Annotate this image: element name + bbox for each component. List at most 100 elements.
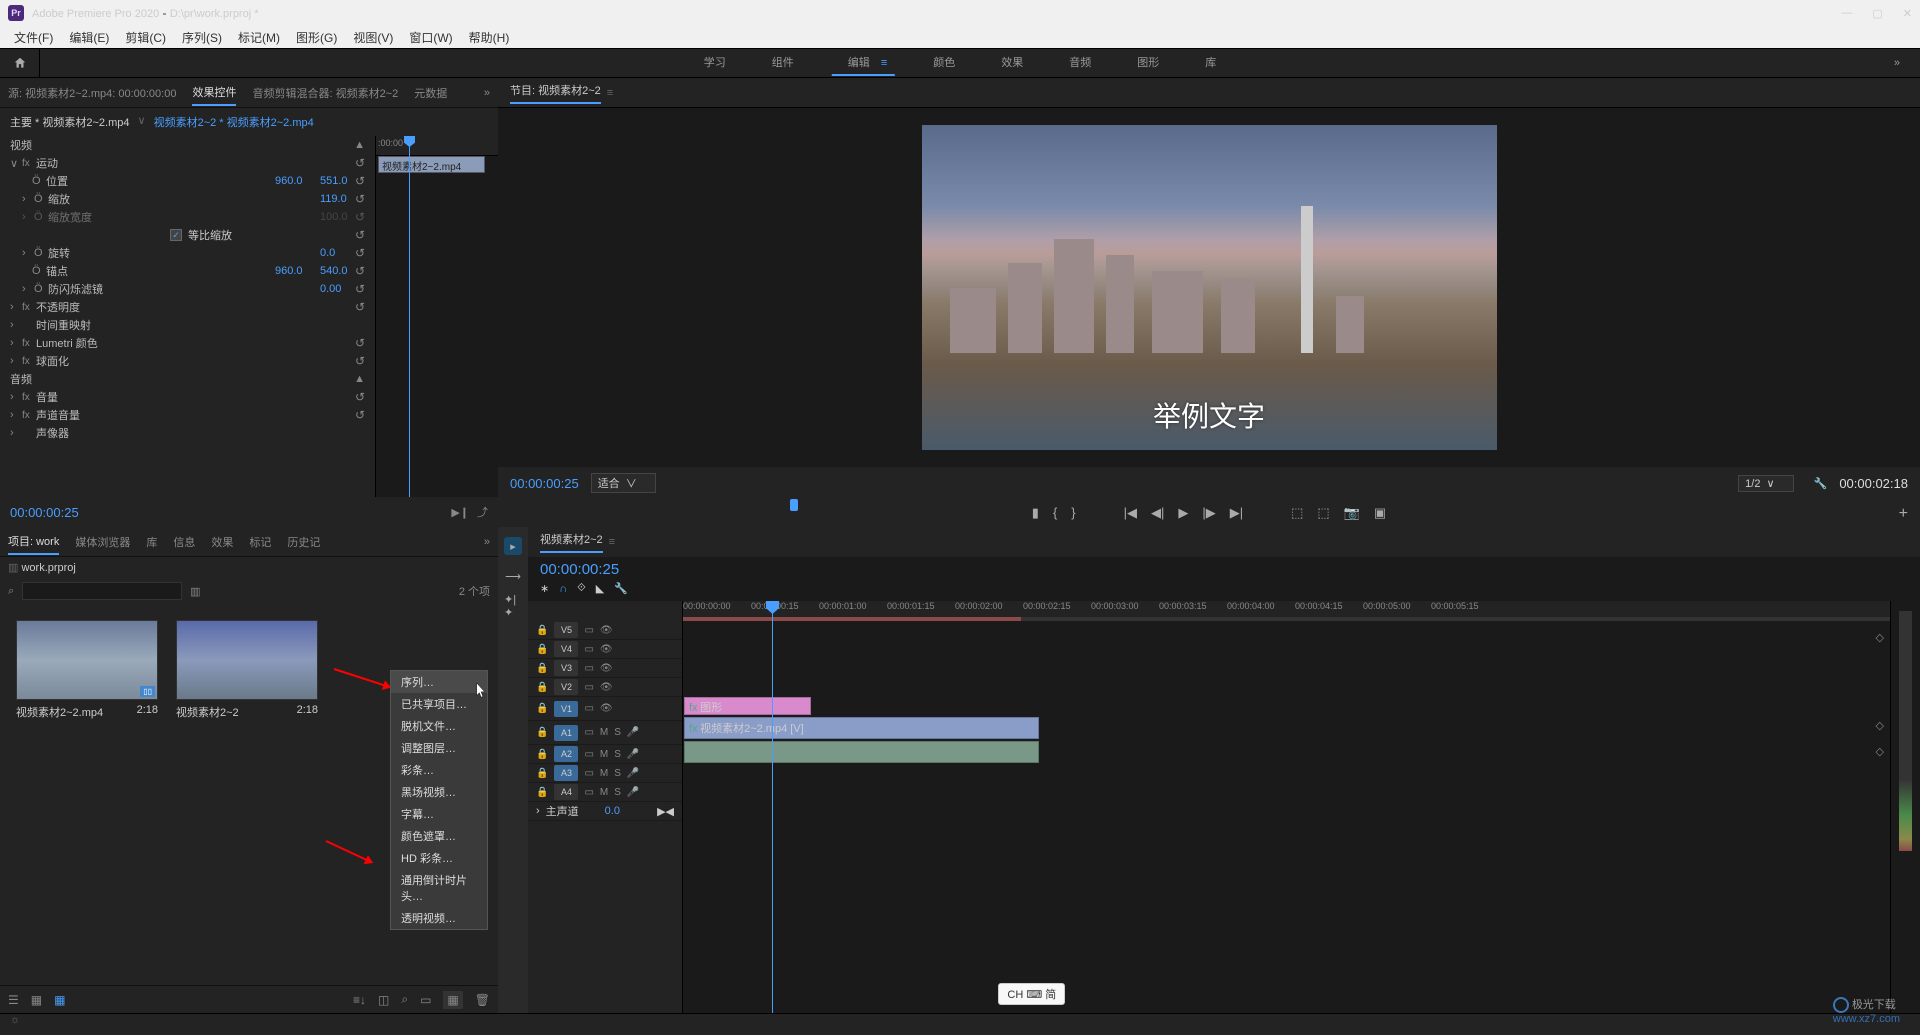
- reset-icon[interactable]: ↺: [355, 210, 365, 224]
- ws-effects[interactable]: 效果: [993, 50, 1031, 76]
- add-marker-icon[interactable]: ▮: [1032, 505, 1039, 521]
- filter-icon[interactable]: ▥: [190, 585, 200, 598]
- tab-project[interactable]: 项目: work: [8, 529, 59, 555]
- ec-timeremap[interactable]: 时间重映射: [36, 317, 365, 333]
- reset-icon[interactable]: ↺: [355, 300, 365, 314]
- track-a4[interactable]: A4: [554, 784, 578, 800]
- ec-volume[interactable]: 音量: [36, 389, 365, 405]
- menu-color-matte[interactable]: 颜色遮罩…: [391, 825, 487, 847]
- menu-sequence[interactable]: 序列…: [391, 671, 487, 693]
- master-value[interactable]: 0.0: [605, 805, 620, 817]
- track-a2[interactable]: A2: [554, 746, 578, 762]
- toggle-output-icon[interactable]: ▭: [584, 625, 593, 636]
- program-tab[interactable]: 节目: 视频素材2~2: [510, 82, 601, 104]
- go-to-in-icon[interactable]: |◀: [1124, 505, 1137, 521]
- ec-timecode[interactable]: 00:00:00:25: [10, 505, 79, 520]
- menu-marker[interactable]: 标记(M): [232, 27, 286, 48]
- tab-history[interactable]: 历史记: [287, 530, 320, 554]
- menu-view[interactable]: 视图(V): [347, 27, 399, 48]
- ec-opacity[interactable]: 不透明度: [36, 299, 365, 315]
- find-icon[interactable]: ⌕: [401, 992, 408, 1007]
- tab-audio-mixer[interactable]: 音频剪辑混合器: 视频素材2~2: [252, 81, 398, 105]
- reset-icon[interactable]: ↺: [355, 156, 365, 170]
- play-icon[interactable]: ▶: [1178, 505, 1188, 521]
- linked-selection-icon[interactable]: ⟐: [577, 582, 586, 595]
- ec-clip-bar[interactable]: 视频素材2~2.mp4: [378, 156, 485, 173]
- reset-icon[interactable]: ↺: [355, 174, 365, 188]
- menu-captions[interactable]: 字幕…: [391, 803, 487, 825]
- tab-metadata[interactable]: 元数据: [414, 81, 447, 105]
- zoom-dropdown[interactable]: 1/2 ∨: [1738, 475, 1793, 492]
- ec-uniform-checkbox[interactable]: [170, 229, 182, 241]
- timeline-playhead[interactable]: [772, 601, 773, 1013]
- new-item-icon[interactable]: ▦: [443, 991, 462, 1009]
- step-forward-icon[interactable]: |▶: [1202, 505, 1215, 521]
- reset-icon[interactable]: ↺: [355, 390, 365, 404]
- timeline-timecode[interactable]: 00:00:00:25: [540, 561, 619, 578]
- track-select-tool[interactable]: ⟶: [504, 567, 522, 585]
- snap-icon[interactable]: ∗: [540, 582, 549, 595]
- delete-icon[interactable]: 🗑: [475, 993, 490, 1007]
- magnet-icon[interactable]: ∩: [559, 583, 567, 595]
- ec-export-icon[interactable]: ⤴: [477, 504, 488, 520]
- list-view-icon[interactable]: ☰: [8, 993, 19, 1007]
- tab-effects[interactable]: 效果: [211, 530, 233, 554]
- clip-video[interactable]: fx 视频素材2~2.mp4 [V]: [684, 717, 1039, 739]
- ws-edit[interactable]: 编辑 ≡: [832, 50, 895, 76]
- automate-icon[interactable]: ◫: [378, 993, 389, 1007]
- timeline-tracks[interactable]: 00:00:00:00 00:00:00:15 00:00:01:00 00:0…: [683, 601, 1890, 1013]
- reset-icon[interactable]: ↺: [355, 228, 365, 242]
- bin-item[interactable]: 视频素材2~22:18: [176, 620, 318, 720]
- menu-hd-bars[interactable]: HD 彩条…: [391, 847, 487, 869]
- menu-countdown[interactable]: 通用倒计时片头…: [391, 869, 487, 907]
- menu-graphics[interactable]: 图形(G): [290, 27, 343, 48]
- compare-view-icon[interactable]: ▣: [1374, 505, 1386, 521]
- new-bin-icon[interactable]: ▭: [420, 993, 431, 1007]
- mark-out-icon[interactable]: }: [1071, 505, 1075, 521]
- clip-audio[interactable]: [684, 741, 1039, 763]
- ws-color[interactable]: 颜色: [925, 50, 963, 76]
- reset-icon[interactable]: ↺: [355, 354, 365, 368]
- menu-edit[interactable]: 编辑(E): [63, 27, 115, 48]
- tab-media-browser[interactable]: 媒体浏览器: [75, 530, 130, 554]
- reset-icon[interactable]: ↺: [355, 282, 365, 296]
- ec-mini-timeline[interactable]: :00:00 视频素材2~2.mp4: [375, 136, 498, 497]
- menu-sequence[interactable]: 序列(S): [176, 27, 228, 48]
- ec-master-clip[interactable]: 主要 * 视频素材2~2.mp4: [10, 114, 130, 130]
- eye-icon[interactable]: 👁: [600, 625, 613, 636]
- solo-button[interactable]: S: [614, 727, 621, 738]
- ime-indicator[interactable]: CH ⌨ 简: [998, 983, 1065, 1005]
- menu-window[interactable]: 窗口(W): [403, 27, 458, 48]
- reset-icon[interactable]: ↺: [355, 264, 365, 278]
- program-monitor[interactable]: 举例文字: [922, 125, 1497, 450]
- ws-graphics[interactable]: 图形: [1129, 50, 1167, 76]
- menu-help[interactable]: 帮助(H): [463, 27, 516, 48]
- close-button[interactable]: ✕: [1903, 7, 1912, 20]
- menu-clip[interactable]: 剪辑(C): [119, 27, 172, 48]
- mark-in-icon[interactable]: {: [1053, 505, 1057, 521]
- reset-icon[interactable]: ↺: [355, 336, 365, 350]
- timeline-tab[interactable]: 视频素材2~2: [540, 531, 603, 553]
- tab-markers[interactable]: 标记: [249, 530, 271, 554]
- program-timecode[interactable]: 00:00:00:25: [510, 476, 579, 491]
- ec-anchor-x[interactable]: 960.0: [275, 265, 320, 277]
- ws-library[interactable]: 库: [1197, 50, 1224, 76]
- menu-offline-file[interactable]: 脱机文件…: [391, 715, 487, 737]
- track-v4[interactable]: V4: [554, 641, 578, 657]
- track-a1[interactable]: A1: [554, 725, 578, 741]
- tab-effect-controls[interactable]: 效果控件: [192, 80, 236, 106]
- reset-icon[interactable]: ↺: [355, 408, 365, 422]
- ec-position-x[interactable]: 960.0: [275, 175, 320, 187]
- tab-info[interactable]: 信息: [173, 530, 195, 554]
- sort-icon[interactable]: ≡↓: [353, 993, 366, 1007]
- ec-playhead[interactable]: [409, 136, 410, 497]
- track-v3[interactable]: V3: [554, 660, 578, 676]
- menu-transparent-video[interactable]: 透明视频…: [391, 907, 487, 929]
- timeline-ruler[interactable]: 00:00:00:00 00:00:00:15 00:00:01:00 00:0…: [683, 601, 1890, 621]
- menu-adjustment-layer[interactable]: 调整图层…: [391, 737, 487, 759]
- tab-source[interactable]: 源: 视频素材2~2.mp4: 00:00:00:00: [8, 81, 176, 105]
- minimize-button[interactable]: —: [1841, 7, 1852, 20]
- menu-black-video[interactable]: 黑场视频…: [391, 781, 487, 803]
- ws-overflow[interactable]: »: [1894, 57, 1900, 69]
- mute-button[interactable]: M: [600, 727, 608, 738]
